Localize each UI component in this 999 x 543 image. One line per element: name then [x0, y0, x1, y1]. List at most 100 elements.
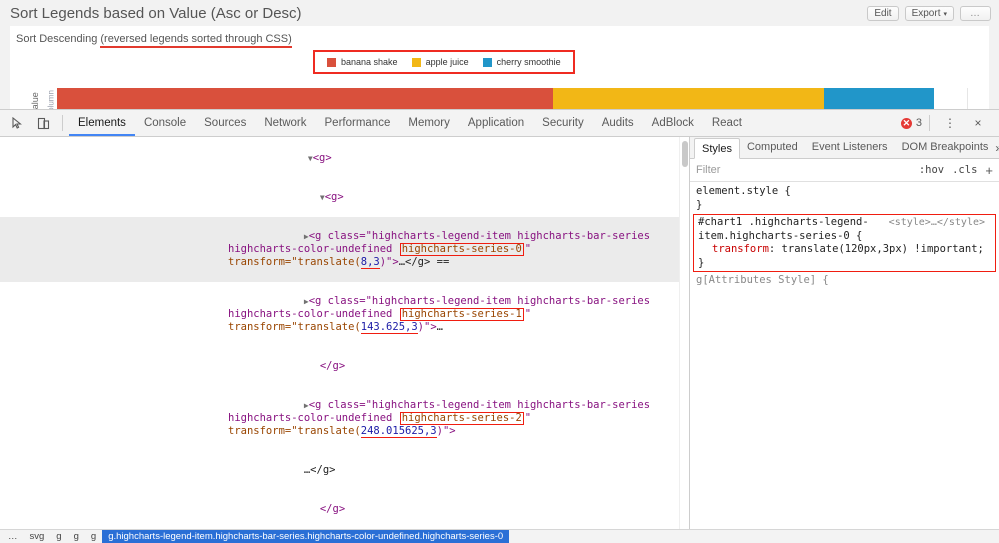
- devtools-toolbar-right: ✕ 3 ⋮ ×: [900, 110, 995, 136]
- scrollbar-thumb[interactable]: [682, 141, 688, 167]
- breadcrumb: … svg g g g g.highcharts-legend-item.hig…: [0, 529, 999, 543]
- devtools-menu-icon[interactable]: ⋮: [937, 110, 963, 136]
- tab-react[interactable]: React: [703, 110, 751, 136]
- chart-1-subtitle-plain: Sort Descending: [16, 33, 101, 45]
- rule-close-brace: }: [698, 256, 705, 269]
- dom-node-trailer: ==: [430, 256, 456, 268]
- legend-item-label: apple juice: [425, 57, 469, 67]
- cls-toggle[interactable]: .cls: [952, 164, 977, 176]
- styles-pane: Styles Computed Event Listeners DOM Brea…: [689, 137, 999, 529]
- devtools-body: ▼<g> ▼<g> ▶<g class="highcharts-legend-i…: [0, 137, 999, 529]
- app-root: Sort Legends based on Value (Asc or Desc…: [0, 0, 999, 543]
- page-header-actions: Edit Export ▾ …: [867, 5, 991, 21]
- rule-declaration[interactable]: transform: translate(120px,3px) !importa…: [698, 243, 991, 257]
- dom-node-series-0[interactable]: ▶<g class="highcharts-legend-item highch…: [0, 217, 689, 282]
- error-count-label: 3: [915, 117, 922, 129]
- breadcrumb-item-selected[interactable]: g.highcharts-legend-item.highcharts-bar-…: [102, 530, 510, 543]
- rule-origin-link[interactable]: <style>…</style>: [889, 216, 985, 230]
- error-icon: ✕: [900, 117, 912, 129]
- tab-styles[interactable]: Styles: [694, 138, 740, 159]
- legend-item-apple-juice[interactable]: apple juice: [411, 57, 469, 67]
- legend-item-cherry-smoothie[interactable]: cherry smoothie: [482, 57, 561, 67]
- tab-memory[interactable]: Memory: [399, 110, 459, 136]
- toggle-device-toolbar-icon[interactable]: [30, 110, 56, 136]
- breadcrumb-item[interactable]: svg: [24, 530, 51, 543]
- chart-1-subtitle-underlined: (reversed legends sorted through CSS): [100, 33, 292, 48]
- dom-node-series-1[interactable]: ▶<g class="highcharts-legend-item highch…: [0, 282, 689, 347]
- dom-tree-pane[interactable]: ▼<g> ▼<g> ▶<g class="highcharts-legend-i…: [0, 137, 689, 529]
- rule-selector-part-1: #chart1 .highcharts-legend-: [698, 216, 869, 228]
- edit-button-label: Edit: [874, 7, 892, 19]
- page-header: Sort Legends based on Value (Asc or Desc…: [0, 0, 999, 26]
- error-count-badge[interactable]: ✕ 3: [900, 117, 922, 129]
- rule-selector-line-2: item.highcharts-series-0 {: [698, 229, 863, 242]
- rule-selector-line-1: #chart1 .highcharts-legend- <style>…</st…: [698, 216, 991, 230]
- ellipsis-icon: …: [970, 7, 981, 19]
- legend-swatch-icon: [482, 57, 492, 67]
- bar-segment-banana-shake[interactable]: [57, 88, 554, 109]
- dom-close-tag: </g>: [319, 360, 346, 372]
- bar-segment-apple-juice[interactable]: [553, 88, 824, 109]
- close-icon[interactable]: ×: [965, 110, 991, 136]
- styles-tabbar: Styles Computed Event Listeners DOM Brea…: [690, 137, 999, 159]
- legend-item-label: banana shake: [341, 57, 398, 67]
- tab-sources[interactable]: Sources: [195, 110, 255, 136]
- new-style-rule-button[interactable]: +: [985, 163, 993, 178]
- dom-node-tag: <g>: [324, 191, 344, 203]
- tab-application[interactable]: Application: [459, 110, 533, 136]
- breadcrumb-item[interactable]: g: [68, 530, 85, 543]
- devtools-tabbar: Elements Console Sources Network Perform…: [0, 110, 999, 137]
- edit-button[interactable]: Edit: [867, 5, 899, 21]
- legend-item-banana-shake[interactable]: banana shake: [327, 57, 398, 67]
- dom-tree-scrollbar[interactable]: [679, 137, 689, 529]
- tab-network[interactable]: Network: [255, 110, 315, 136]
- export-button[interactable]: Export ▾: [904, 5, 954, 21]
- tab-console[interactable]: Console: [135, 110, 195, 136]
- breadcrumb-item[interactable]: g: [85, 530, 102, 543]
- breadcrumb-item[interactable]: …: [2, 530, 24, 543]
- dom-node-content: …</g>: [398, 256, 431, 268]
- result-page: Sort Legends based on Value (Asc or Desc…: [0, 0, 999, 109]
- dom-transform-value-1: 143.625,3: [360, 321, 418, 334]
- rule-property-value[interactable]: : translate(120px,3px) !important;: [769, 243, 984, 255]
- tab-performance[interactable]: Performance: [316, 110, 400, 136]
- styles-more-tabs-icon[interactable]: »: [995, 141, 999, 155]
- dom-transform-close: )">: [436, 425, 456, 437]
- dom-class-series-0: highcharts-series-0: [401, 243, 522, 255]
- styles-filter-input[interactable]: Filter: [696, 164, 911, 176]
- inspect-element-icon[interactable]: [4, 110, 30, 136]
- dom-node-close-g-1[interactable]: </g>: [0, 347, 689, 386]
- hov-toggle[interactable]: :hov: [919, 164, 944, 176]
- rule-attributes-style[interactable]: g[Attributes Style] {: [690, 274, 999, 288]
- tab-adblock[interactable]: AdBlock: [643, 110, 703, 136]
- dom-node-close-g-2[interactable]: </g>: [0, 490, 689, 529]
- dom-transform-value-0: 8,3: [360, 256, 380, 269]
- breadcrumb-item[interactable]: g: [50, 530, 67, 543]
- tab-event-listeners[interactable]: Event Listeners: [805, 137, 895, 158]
- chart-block-1: Sort Descending (reversed legends sorted…: [10, 26, 989, 109]
- dom-close-tag: </g>: [319, 503, 346, 515]
- devtools-panel: Elements Console Sources Network Perform…: [0, 109, 999, 543]
- rule-selector: g[Attributes Style] {: [696, 274, 829, 286]
- more-options-button[interactable]: …: [960, 5, 991, 21]
- bar-segment-cherry-smoothie[interactable]: [823, 88, 935, 109]
- rule-chart1-series-0[interactable]: #chart1 .highcharts-legend- <style>…</st…: [693, 214, 996, 272]
- chart-1-subtitle: Sort Descending (reversed legends sorted…: [16, 33, 292, 48]
- dom-node-g-outer[interactable]: ▼<g>: [0, 139, 689, 178]
- chart-1-y-axis-title: value: [29, 91, 40, 109]
- rule-element-style[interactable]: element.style { }: [690, 185, 999, 212]
- dom-node-tag: <g>: [312, 152, 332, 164]
- tab-computed[interactable]: Computed: [740, 137, 805, 158]
- tab-dom-breakpoints[interactable]: DOM Breakpoints: [895, 137, 996, 158]
- dom-node-g-inner[interactable]: ▼<g>: [0, 178, 689, 217]
- chart-1-legend: banana shake apple juice cherry smoothie: [313, 50, 575, 74]
- dom-node-series-2[interactable]: ▶<g class="highcharts-legend-item highch…: [0, 386, 689, 451]
- chevron-down-icon: ▾: [943, 10, 947, 18]
- tab-security[interactable]: Security: [533, 110, 593, 136]
- tab-audits[interactable]: Audits: [593, 110, 643, 136]
- rule-close-brace: }: [696, 198, 703, 211]
- tab-elements[interactable]: Elements: [69, 110, 135, 136]
- rule-property-name[interactable]: transform: [712, 243, 769, 255]
- grid-line: [967, 88, 968, 109]
- dom-node-ellipsis-close[interactable]: …</g>: [0, 451, 689, 490]
